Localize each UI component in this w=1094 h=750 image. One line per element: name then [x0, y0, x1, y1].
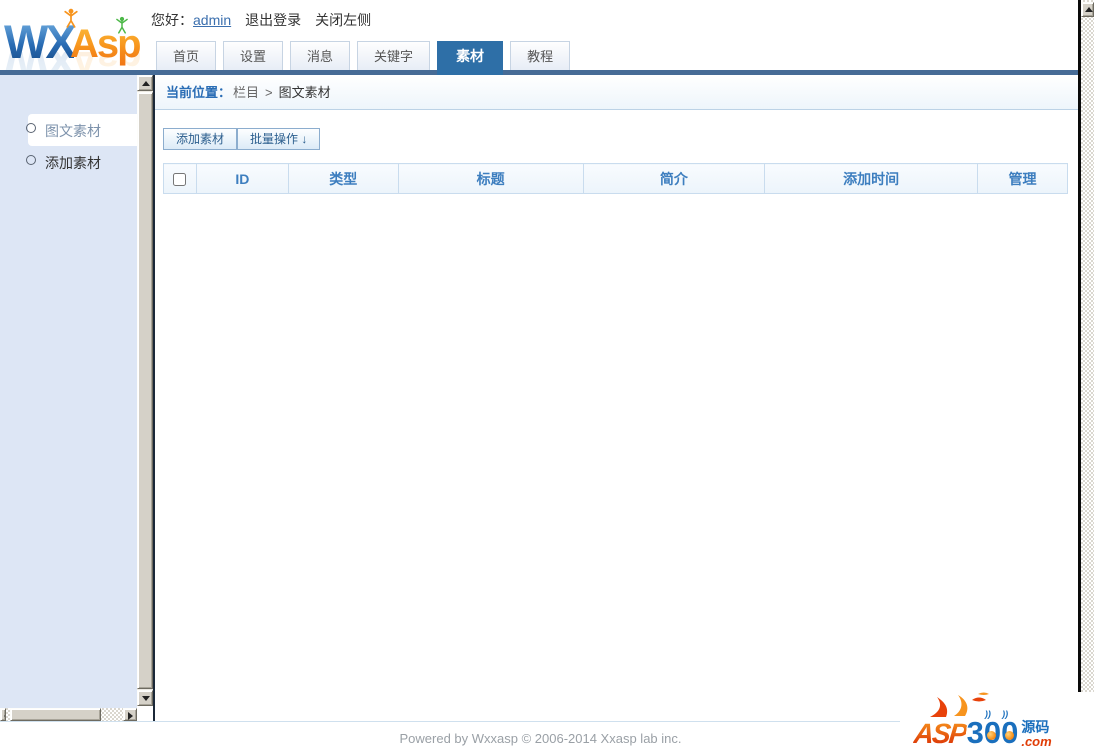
asp300-asp: ASP: [912, 718, 968, 749]
batch-operation-button[interactable]: 批量操作 ↓: [237, 128, 321, 150]
tab-message[interactable]: 消息: [290, 41, 351, 70]
tab-home[interactable]: 首页: [156, 41, 217, 70]
main-content: 当前位置： 栏目 > 图文素材 添加素材 批量操作 ↓ ID 类型 标题 简介 添加时…: [155, 75, 1078, 721]
col-addtime: 添加时间: [764, 163, 979, 194]
breadcrumb-current: 图文素材: [278, 85, 331, 100]
col-checkbox: [163, 163, 197, 194]
select-all-checkbox[interactable]: [173, 173, 187, 187]
tab-settings[interactable]: 设置: [223, 41, 284, 70]
breadcrumb: 当前位置： 栏目 > 图文素材: [155, 75, 1078, 110]
scrollbar-thumb[interactable]: [10, 708, 101, 721]
sidebar-item-article-material[interactable]: 图文素材: [0, 119, 137, 141]
add-material-button[interactable]: 添加素材: [163, 128, 238, 150]
sidebar-item-add-material[interactable]: 添加素材: [0, 151, 137, 173]
sidebar-vertical-scrollbar[interactable]: [137, 75, 153, 706]
asp300-zero: 0)): [1001, 710, 1018, 749]
breadcrumb-prefix: 当前位置：: [166, 85, 232, 100]
swirl-icon: )): [984, 709, 991, 719]
header: WX Asp WX Asp 您好：admin退出登录关闭左侧 首页 设置 消息 …: [0, 0, 1078, 75]
breadcrumb-separator: >: [265, 85, 273, 100]
scroll-left-button[interactable]: [0, 708, 6, 721]
asp300-digit: 3: [966, 715, 984, 750]
person-figure-icon: [64, 8, 78, 33]
asp300-yuanma: 源码: [1021, 719, 1050, 735]
sidebar: 图文素材 添加素材: [0, 75, 137, 708]
sidebar-item-label: 添加素材: [45, 155, 101, 171]
scroll-right-button[interactable]: [123, 708, 137, 721]
table-header-row: ID 类型 标题 简介 添加时间 管理: [163, 163, 1068, 194]
tab-material[interactable]: 素材: [437, 41, 504, 75]
scroll-up-button[interactable]: [137, 75, 153, 91]
asp300-com: .com: [1021, 734, 1052, 749]
swirl-icon: )): [1002, 709, 1009, 719]
top-user-bar: 您好：admin 退出登录 关闭左侧: [151, 10, 385, 28]
asp300-logo-text: ASP 3 0)) 0)) 源码 .com: [912, 710, 1051, 750]
arrow-down-icon: [142, 696, 150, 701]
asp300-zero: 0)): [984, 710, 1001, 749]
tab-tutorial[interactable]: 教程: [510, 41, 571, 70]
orange-dot-icon: [1004, 730, 1014, 740]
sidebar-horizontal-scrollbar[interactable]: [0, 708, 137, 721]
scrollbar-thumb[interactable]: [137, 92, 153, 689]
col-id: ID: [195, 163, 289, 194]
col-title: 标题: [397, 163, 584, 194]
username-link[interactable]: admin: [193, 12, 231, 28]
arrow-up-icon: [142, 81, 150, 86]
radio-circle-icon: [26, 155, 36, 165]
col-manage: 管理: [977, 163, 1068, 194]
person-figure-icon: [116, 16, 128, 39]
sidebar-item-label: 图文素材: [45, 123, 101, 139]
logout-link[interactable]: 退出登录: [245, 12, 301, 28]
asp300-suffix: 源码 .com: [1021, 720, 1051, 748]
scroll-up-button[interactable]: [1081, 2, 1094, 17]
admin-page: WX Asp WX Asp 您好：admin退出登录关闭左侧 首页 设置 消息 …: [0, 0, 1094, 750]
logo-asp-text: Asp: [70, 22, 142, 66]
col-intro: 简介: [582, 163, 766, 194]
scroll-down-button[interactable]: [137, 690, 153, 706]
material-table: ID 类型 标题 简介 添加时间 管理: [163, 163, 1068, 194]
wxasp-logo: WX Asp WX Asp: [4, 6, 154, 74]
breadcrumb-section: 栏目: [233, 85, 260, 100]
radio-circle-icon: [26, 123, 36, 133]
col-type: 类型: [287, 163, 399, 194]
scrollbar-track[interactable]: [1081, 0, 1094, 750]
arrow-left-icon: [4, 712, 5, 720]
arrow-up-icon: [1085, 7, 1093, 12]
arrow-right-icon: [128, 712, 133, 720]
close-left-link[interactable]: 关闭左侧: [315, 12, 371, 28]
asp300-watermark: ASP 3 0)) 0)) 源码 .com: [900, 692, 1094, 750]
tab-keyword[interactable]: 关键字: [357, 41, 431, 70]
page-vertical-scrollbar[interactable]: [1081, 0, 1094, 750]
greeting-label: 您好：: [151, 12, 193, 28]
